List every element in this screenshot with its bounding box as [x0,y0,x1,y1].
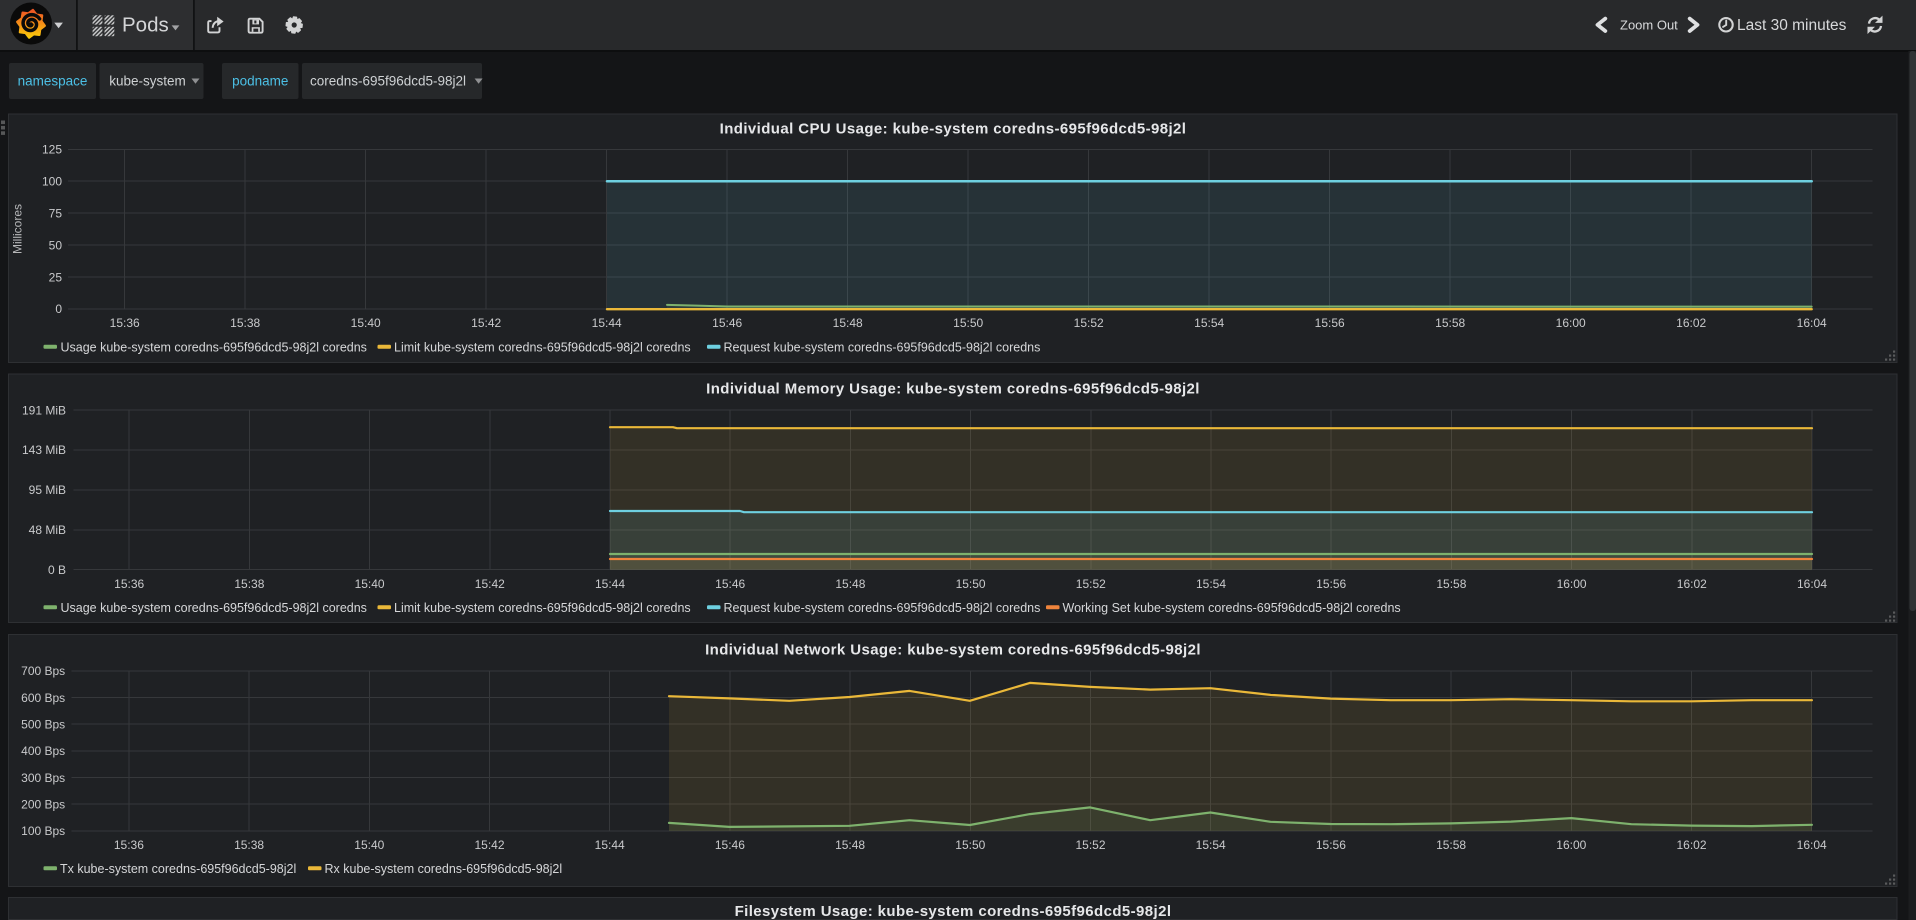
svg-text:100 Bps: 100 Bps [21,824,65,838]
svg-text:15:42: 15:42 [474,838,504,852]
svg-text:Filesystem Usage: kube-system: Filesystem Usage: kube-system coredns-69… [735,903,1172,920]
svg-text:15:58: 15:58 [1436,838,1466,852]
svg-text:Individual Network Usage: kube: Individual Network Usage: kube-system co… [705,642,1201,659]
svg-text:16:00: 16:00 [1556,838,1586,852]
svg-text:95 MiB: 95 MiB [29,483,66,497]
svg-text:15:56: 15:56 [1315,316,1345,330]
svg-text:Last 30 minutes: Last 30 minutes [1737,17,1847,34]
svg-text:15:44: 15:44 [595,577,625,591]
svg-text:16:02: 16:02 [1676,316,1706,330]
svg-text:15:50: 15:50 [956,577,986,591]
svg-text:Pods: Pods [122,13,169,36]
svg-text:podname: podname [232,74,288,89]
svg-text:16:04: 16:04 [1797,316,1827,330]
svg-text:200 Bps: 200 Bps [21,797,65,811]
svg-text:15:44: 15:44 [592,316,622,330]
svg-text:15:40: 15:40 [355,577,385,591]
svg-text:0 B: 0 B [48,563,66,577]
svg-text:Rx kube-system coredns-695f96d: Rx kube-system coredns-695f96dcd5-98j2l [325,862,563,876]
svg-text:700 Bps: 700 Bps [21,664,65,678]
svg-text:400 Bps: 400 Bps [21,744,65,758]
svg-text:16:00: 16:00 [1556,316,1586,330]
svg-text:15:48: 15:48 [835,838,865,852]
svg-text:15:38: 15:38 [234,577,264,591]
svg-text:15:52: 15:52 [1075,838,1105,852]
svg-text:125: 125 [42,143,62,157]
svg-text:143 MiB: 143 MiB [22,443,66,457]
svg-text:15:42: 15:42 [475,577,505,591]
svg-text:75: 75 [49,206,63,220]
svg-text:15:36: 15:36 [114,577,144,591]
svg-text:15:40: 15:40 [351,316,381,330]
svg-text:15:38: 15:38 [234,838,264,852]
svg-text:15:54: 15:54 [1196,838,1226,852]
svg-text:15:58: 15:58 [1435,316,1465,330]
svg-text:16:02: 16:02 [1677,577,1707,591]
svg-text:15:46: 15:46 [712,316,742,330]
svg-text:100: 100 [42,174,62,188]
svg-text:15:58: 15:58 [1436,577,1466,591]
svg-text:15:46: 15:46 [715,838,745,852]
svg-text:Millicores: Millicores [11,204,25,254]
svg-text:15:52: 15:52 [1074,316,1104,330]
svg-text:15:36: 15:36 [114,838,144,852]
svg-text:25: 25 [49,270,63,284]
svg-text:kube-system: kube-system [109,74,186,89]
svg-text:15:48: 15:48 [833,316,863,330]
svg-text:15:38: 15:38 [230,316,260,330]
svg-text:191 MiB: 191 MiB [22,403,66,417]
svg-text:0: 0 [55,302,62,316]
svg-text:Tx kube-system coredns-695f96d: Tx kube-system coredns-695f96dcd5-98j2l [60,862,296,876]
svg-text:16:00: 16:00 [1557,577,1587,591]
svg-text:15:46: 15:46 [715,577,745,591]
svg-text:50: 50 [49,238,63,252]
svg-text:300 Bps: 300 Bps [21,771,65,785]
svg-text:15:48: 15:48 [835,577,865,591]
svg-text:15:50: 15:50 [953,316,983,330]
svg-text:Individual CPU Usage: kube-sys: Individual CPU Usage: kube-system coredn… [720,121,1187,138]
svg-text:Request kube-system coredns-69: Request kube-system coredns-695f96dcd5-9… [724,601,1041,615]
svg-text:15:36: 15:36 [110,316,140,330]
svg-text:15:54: 15:54 [1196,577,1226,591]
svg-text:Usage kube-system coredns-695f: Usage kube-system coredns-695f96dcd5-98j… [61,340,367,354]
svg-text:15:56: 15:56 [1316,577,1346,591]
svg-text:15:50: 15:50 [955,838,985,852]
svg-text:15:56: 15:56 [1316,838,1346,852]
svg-text:coredns-695f96dcd5-98j2l: coredns-695f96dcd5-98j2l [310,74,466,89]
svg-text:600 Bps: 600 Bps [21,691,65,705]
svg-text:15:40: 15:40 [354,838,384,852]
svg-text:15:44: 15:44 [595,838,625,852]
svg-text:Request kube-system coredns-69: Request kube-system coredns-695f96dcd5-9… [724,340,1041,354]
svg-text:500 Bps: 500 Bps [21,717,65,731]
svg-text:48 MiB: 48 MiB [29,523,66,537]
svg-text:15:42: 15:42 [471,316,501,330]
svg-text:16:04: 16:04 [1797,577,1827,591]
svg-text:16:02: 16:02 [1676,838,1706,852]
svg-text:Working Set kube-system coredn: Working Set kube-system coredns-695f96dc… [1063,601,1401,615]
svg-text:15:54: 15:54 [1194,316,1224,330]
svg-text:Individual Memory Usage: kube-: Individual Memory Usage: kube-system cor… [706,381,1200,398]
svg-text:namespace: namespace [18,74,88,89]
svg-text:Usage kube-system coredns-695f: Usage kube-system coredns-695f96dcd5-98j… [61,601,367,615]
svg-text:Limit kube-system coredns-695f: Limit kube-system coredns-695f96dcd5-98j… [394,601,691,615]
svg-text:15:52: 15:52 [1076,577,1106,591]
svg-text:Zoom Out: Zoom Out [1620,17,1678,32]
svg-text:Limit kube-system coredns-695f: Limit kube-system coredns-695f96dcd5-98j… [394,340,691,354]
svg-text:16:04: 16:04 [1797,838,1827,852]
